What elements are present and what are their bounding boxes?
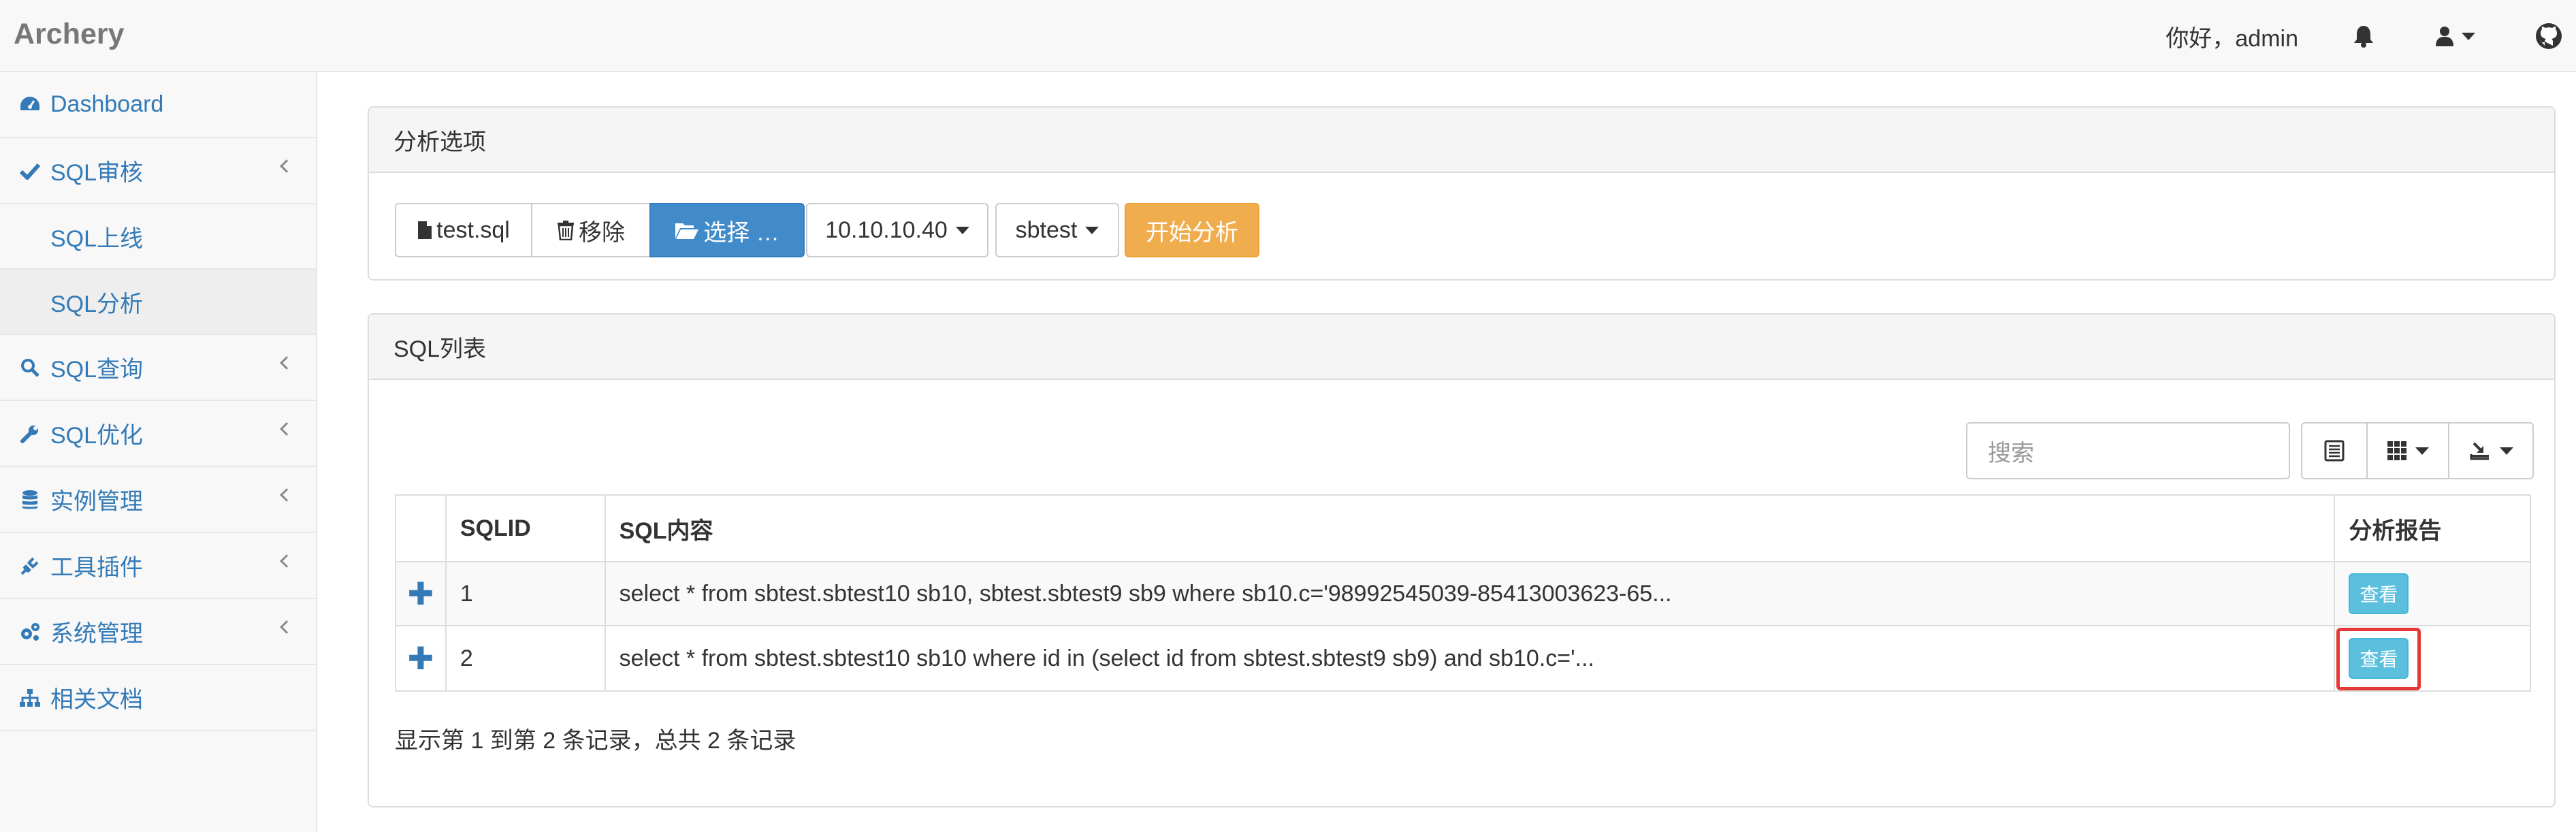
table-row: ✚ 1 select * from sbtest.sbtest10 sb10, …: [396, 562, 2530, 626]
search-icon: [18, 355, 42, 380]
chevron-left-icon: [280, 159, 293, 173]
folder-open-icon: [675, 221, 699, 240]
pagination-info: 显示第 1 到第 2 条记录，总共 2 条记录: [395, 728, 796, 754]
sidebar-item-tools-plugins[interactable]: 工具插件: [0, 533, 316, 599]
sidebar-item-system-management[interactable]: 系统管理: [0, 599, 316, 665]
search-input[interactable]: 搜索: [1966, 422, 2290, 479]
bell-icon[interactable]: [2353, 25, 2374, 48]
choose-label: 选择 …: [703, 219, 779, 246]
columns-toggle-button[interactable]: [2366, 422, 2449, 479]
column-header-sqlid[interactable]: SQLID: [447, 496, 606, 561]
expand-header-cell: [396, 496, 447, 561]
database-select[interactable]: sbtest: [995, 203, 1119, 257]
sidebar-item-label: 相关文档: [50, 687, 143, 713]
chevron-left-icon: [280, 356, 293, 370]
sidebar-item-dashboard[interactable]: Dashboard: [0, 72, 316, 138]
top-navbar: Archery 你好，admin: [0, 0, 2576, 72]
remove-file-button[interactable]: 移除: [531, 203, 651, 257]
check-icon: [18, 159, 42, 183]
sidebar-item-label: SQL优化: [50, 423, 144, 449]
report-cell: 查看: [2335, 562, 2530, 625]
dashboard-icon: [18, 93, 42, 117]
selected-file-display: test.sql: [395, 203, 532, 257]
list-view-icon: [2324, 440, 2345, 462]
sidebar-item-sql-analysis[interactable]: SQL分析: [0, 270, 316, 335]
database-icon: [18, 487, 42, 512]
sql-content-cell: select * from sbtest.sbtest10 sb10 where…: [606, 626, 2336, 690]
sqlid-cell: 1: [447, 562, 606, 625]
table-header-row: SQLID SQL内容 分析报告: [396, 496, 2530, 562]
sidebar-item-label: SQL审核: [50, 160, 144, 186]
chevron-down-icon: [2415, 447, 2429, 455]
github-icon[interactable]: [2535, 22, 2562, 50]
toggle-view-button[interactable]: [2301, 422, 2368, 479]
chevron-left-icon: [280, 422, 293, 436]
remove-label: 移除: [579, 219, 625, 246]
sidebar-item-sql-online[interactable]: SQL上线: [0, 204, 316, 270]
sidebar-item-sql-query[interactable]: SQL查询: [0, 335, 316, 401]
sidebar-item-label: 工具插件: [50, 555, 143, 581]
sql-content-cell: select * from sbtest.sbtest10 sb10, sbte…: [606, 562, 2336, 625]
instance-value: 10.10.10.40: [825, 217, 948, 243]
expand-row-button[interactable]: ✚: [396, 562, 447, 625]
chevron-left-icon: [280, 554, 293, 568]
chevron-down-icon: [2462, 32, 2475, 40]
sql-list-panel: SQL列表 搜索 SQLID SQL内容 分析报告 ✚ 1 select * f…: [368, 313, 2556, 807]
start-analysis-button[interactable]: 开始分析: [1125, 203, 1259, 257]
navbar-right: 你好，admin: [2166, 0, 2576, 72]
sidebar-item-sql-optimize[interactable]: SQL优化: [0, 401, 316, 467]
view-report-button[interactable]: 查看: [2349, 573, 2409, 614]
chevron-left-icon: [280, 620, 293, 634]
chevron-down-icon: [1085, 226, 1099, 234]
sidebar-item-instance-management[interactable]: 实例管理: [0, 467, 316, 533]
expand-row-button[interactable]: ✚: [396, 626, 447, 690]
cogs-icon: [18, 620, 42, 644]
file-name: test.sql: [436, 217, 510, 243]
sqlid-cell: 2: [447, 626, 606, 690]
user-icon: [2436, 27, 2453, 46]
user-greeting: 你好，admin: [2166, 25, 2298, 52]
trash-icon: [557, 220, 575, 240]
column-header-analysis-report[interactable]: 分析报告: [2335, 496, 2530, 561]
export-button[interactable]: [2448, 422, 2534, 479]
sidebar-item-docs[interactable]: 相关文档: [0, 665, 316, 731]
user-menu-dropdown[interactable]: [2436, 26, 2475, 46]
table-row: ✚ 2 select * from sbtest.sbtest10 sb10 w…: [396, 626, 2530, 690]
chevron-down-icon: [955, 226, 969, 234]
plus-icon: ✚: [407, 576, 434, 611]
wrench-icon: [18, 421, 42, 446]
brand-logo[interactable]: Archery: [14, 14, 125, 54]
panel-title: SQL列表: [369, 315, 2554, 380]
instance-select[interactable]: 10.10.10.40: [806, 203, 988, 257]
plug-icon: [18, 554, 42, 578]
sidebar-item-label: SQL查询: [50, 357, 144, 383]
analysis-options-panel: 分析选项 test.sql 移除 选择 … 10.10.10.40 sbtest…: [368, 106, 2556, 281]
plus-icon: ✚: [407, 641, 434, 676]
chevron-down-icon: [2500, 447, 2513, 455]
panel-title: 分析选项: [369, 108, 2554, 173]
sitemap-icon: [18, 686, 42, 710]
sql-table: SQLID SQL内容 分析报告 ✚ 1 select * from sbtes…: [395, 494, 2531, 692]
sidebar-item-label: 实例管理: [50, 489, 143, 515]
database-value: sbtest: [1015, 217, 1078, 243]
export-icon: [2470, 442, 2489, 460]
sidebar-item-label: Dashboard: [50, 91, 164, 117]
sidebar-item-label: 系统管理: [50, 621, 143, 647]
choose-file-button[interactable]: 选择 …: [649, 203, 805, 257]
highlight-box: [2336, 628, 2421, 690]
chevron-left-icon: [280, 488, 293, 502]
sidebar: Dashboard SQL审核 SQL上线 SQL分析 SQL查询 SQL优化 …: [0, 72, 317, 832]
column-header-sql-content[interactable]: SQL内容: [606, 496, 2336, 561]
sidebar-item-sql-review[interactable]: SQL审核: [0, 138, 316, 204]
file-icon: [417, 221, 432, 240]
grid-icon: [2387, 441, 2406, 460]
